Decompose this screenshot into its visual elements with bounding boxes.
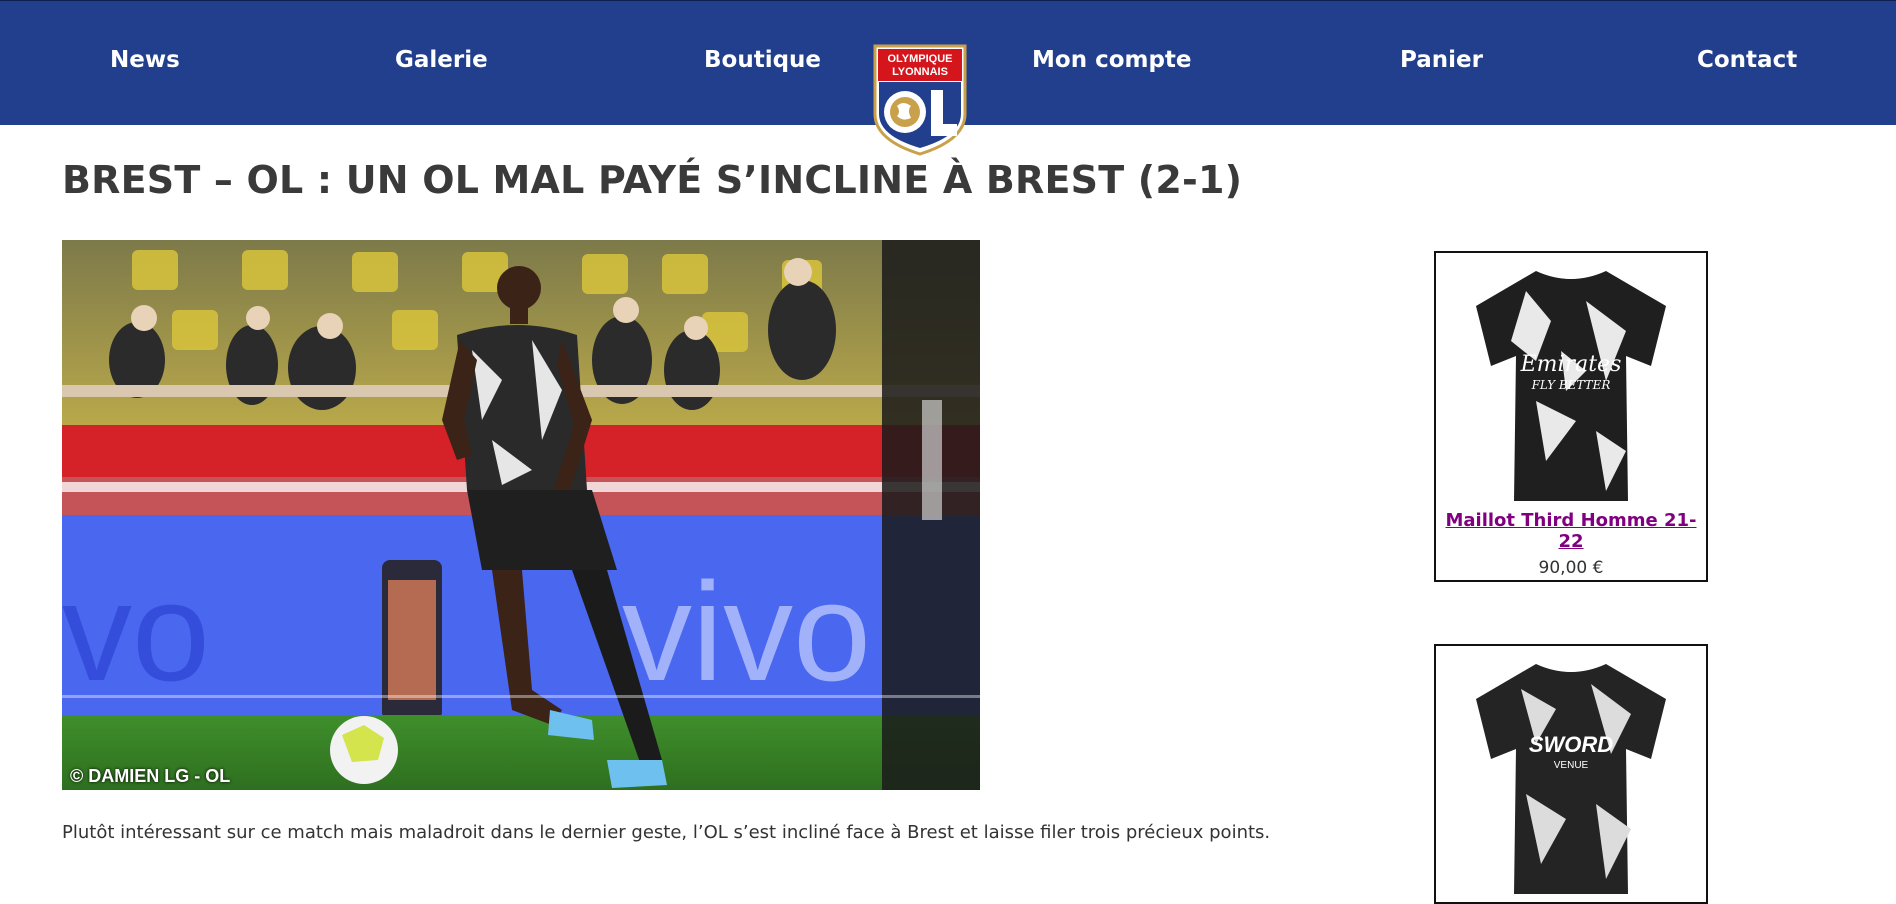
product-price: 90,00 €: [1538, 558, 1604, 578]
jersey-sponsor-text: Emirates: [1520, 352, 1622, 377]
jersey-sponsor-sub: FLY BETTER: [1531, 378, 1611, 392]
logo-text-line2: LYONNAIS: [892, 66, 948, 78]
nav-galerie[interactable]: Galerie: [395, 47, 488, 73]
match-photo-image: vo vivo: [62, 240, 980, 790]
jersey-sponsor-text: SWORD: [1529, 732, 1613, 757]
article-photo: vo vivo © DAMIEN LG - OL: [62, 240, 980, 790]
product-link[interactable]: Maillot Third Homme 21-22: [1436, 510, 1706, 552]
nav-mon-compte[interactable]: Mon compte: [1032, 47, 1192, 73]
jersey-training-image: SWORD VENUE: [1476, 662, 1666, 894]
photo-credit: © DAMIEN LG - OL: [70, 766, 231, 786]
jersey-third-image: Emirates FLY BETTER: [1476, 269, 1666, 501]
nav-contact[interactable]: Contact: [1697, 47, 1797, 73]
svg-text:vivo: vivo: [622, 553, 871, 710]
logo-text-line1: OLYMPIQUE: [888, 53, 953, 65]
nav-boutique[interactable]: Boutique: [704, 47, 821, 73]
ol-crest-icon: OLYMPIQUE LYONNAIS: [873, 44, 967, 156]
product-card[interactable]: SWORD VENUE: [1434, 644, 1708, 904]
jersey-sponsor-sub: VENUE: [1554, 760, 1589, 771]
nav-news[interactable]: News: [110, 47, 180, 73]
article-title: BREST – OL : UN OL MAL PAYÉ S’INCLINE À …: [62, 158, 1243, 202]
svg-text:vo: vo: [62, 553, 210, 710]
nav-panier[interactable]: Panier: [1400, 47, 1483, 73]
club-logo[interactable]: OLYMPIQUE LYONNAIS: [873, 44, 967, 156]
product-card[interactable]: Emirates FLY BETTER Maillot Third Homme …: [1434, 251, 1708, 582]
article-intro: Plutôt intéressant sur ce match mais mal…: [62, 822, 1271, 843]
